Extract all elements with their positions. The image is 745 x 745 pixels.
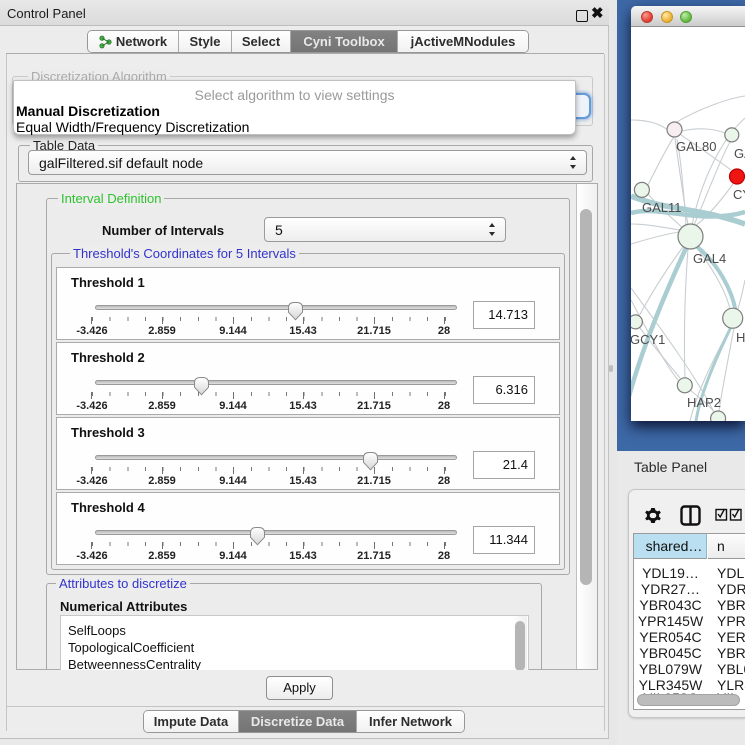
- svg-text:GCY1: GCY1: [631, 332, 665, 347]
- svg-text:GAL7: GAL7: [734, 146, 745, 161]
- svg-text:HAP4: HAP4: [736, 330, 745, 345]
- svg-text:HAP2: HAP2: [687, 395, 721, 410]
- svg-text:GAL80: GAL80: [676, 139, 716, 154]
- svg-text:CYC8: CYC8: [733, 187, 745, 202]
- svg-text:GAL11: GAL11: [642, 200, 682, 215]
- svg-text:GAL4: GAL4: [693, 251, 726, 266]
